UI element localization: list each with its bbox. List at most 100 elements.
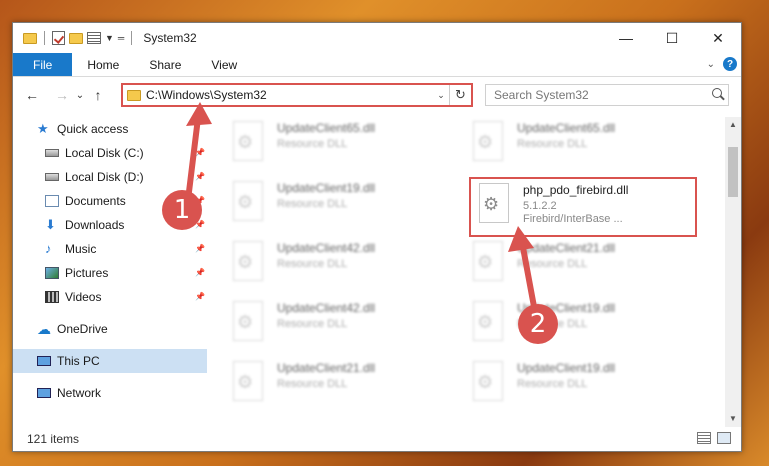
navigation-pane: ★ Quick access Local Disk (C:) 📌 Local D… xyxy=(13,117,207,427)
forward-icon[interactable]: → xyxy=(51,87,73,103)
cloud-icon: ☁ xyxy=(37,321,51,337)
computer-icon xyxy=(37,356,51,366)
maximize-button[interactable]: ☐ xyxy=(649,23,695,53)
film-strip-icon xyxy=(45,291,59,303)
list-item[interactable]: UpdateClient65.dll Resource DLL xyxy=(231,121,461,171)
dll-file-icon xyxy=(231,301,267,345)
dll-file-icon xyxy=(471,301,507,345)
list-item[interactable]: UpdateClient19.dllResource DLL xyxy=(471,361,701,411)
file-type: Resource DLL xyxy=(517,138,588,150)
customize-icon[interactable] xyxy=(87,32,101,44)
minimize-button[interactable]: — xyxy=(603,23,649,53)
sidebar-item-local-disk-c[interactable]: Local Disk (C:) 📌 xyxy=(13,141,207,165)
sidebar-item-label: Documents xyxy=(65,194,126,208)
sidebar-item-quick-access[interactable]: ★ Quick access xyxy=(13,117,207,141)
list-item[interactable]: UpdateClient65.dll Resource DLL xyxy=(471,121,701,171)
pin-icon[interactable]: 📌 xyxy=(195,148,205,157)
search-placeholder: Search System32 xyxy=(494,88,589,102)
list-item[interactable]: UpdateClient21.dll Resource DLL xyxy=(471,241,701,291)
address-dropdown-icon[interactable]: ⌄ xyxy=(433,90,449,101)
address-bar[interactable]: C:\Windows\System32 ⌄ ↻ xyxy=(121,83,473,107)
sidebar-item-onedrive[interactable]: ☁ OneDrive xyxy=(13,317,207,341)
qat-menu-icon[interactable]: ═ xyxy=(118,33,124,43)
pin-icon[interactable]: 📌 xyxy=(195,292,205,301)
tab-share[interactable]: Share xyxy=(134,53,196,76)
dll-file-icon xyxy=(231,121,267,165)
tab-view[interactable]: View xyxy=(196,53,252,76)
large-icons-view-icon[interactable] xyxy=(717,432,731,444)
file-type: Resource DLL xyxy=(277,378,348,390)
drive-icon xyxy=(45,173,59,181)
sidebar-item-local-disk-d[interactable]: Local Disk (D:) 📌 xyxy=(13,165,207,189)
list-item[interactable]: UpdateClient42.dll Resource DLL xyxy=(231,241,461,291)
step-1-badge: 1 xyxy=(162,190,202,230)
file-list: UpdateClient65.dll Resource DLL UpdateCli… xyxy=(221,117,721,427)
dll-file-icon xyxy=(231,241,267,285)
dll-file-icon xyxy=(471,241,507,285)
file-type: Resource DLL xyxy=(277,258,348,270)
sidebar-item-videos[interactable]: Videos 📌 xyxy=(13,285,207,309)
sidebar-item-label: Network xyxy=(57,386,102,400)
pin-icon[interactable]: 📌 xyxy=(195,172,205,181)
file-version: 5.1.2.2 xyxy=(523,200,557,212)
list-item[interactable]: UpdateClient19.dllResource DLL xyxy=(471,301,701,351)
window-title: System32 xyxy=(143,31,197,45)
sidebar-item-network[interactable]: Network xyxy=(13,381,207,405)
sidebar-item-music[interactable]: ♪ Music 📌 xyxy=(13,237,207,261)
file-name: php_pdo_firebird.dll xyxy=(523,183,629,197)
sidebar-item-label: Quick access xyxy=(57,122,129,136)
navigation-bar: ← → ⌄ ↑ C:\Windows\System32 ⌄ ↻ Search S… xyxy=(13,79,741,111)
star-icon: ★ xyxy=(37,121,49,136)
expand-ribbon-icon[interactable]: ⌄ xyxy=(707,59,715,70)
new-folder-icon[interactable] xyxy=(69,32,83,44)
scroll-thumb[interactable] xyxy=(728,147,738,197)
window-controls: — ☐ ✕ xyxy=(603,23,741,53)
pin-icon[interactable]: 📌 xyxy=(195,244,205,253)
divider xyxy=(44,31,45,45)
sidebar-item-pictures[interactable]: Pictures 📌 xyxy=(13,261,207,285)
list-item[interactable]: UpdateClient19.dllResource DLL xyxy=(231,181,461,231)
up-icon[interactable]: ↑ xyxy=(87,87,109,103)
search-icon[interactable] xyxy=(712,88,722,98)
sidebar-item-this-pc[interactable]: This PC xyxy=(13,349,207,373)
pin-icon[interactable]: 📌 xyxy=(195,268,205,277)
properties-check-icon[interactable] xyxy=(52,31,65,45)
explorer-window: ▼ ═ System32 — ☐ ✕ File Home Share View … xyxy=(12,22,742,452)
highlighted-file-php-pdo-firebird[interactable]: php_pdo_firebird.dll 5.1.2.2 Firebird/In… xyxy=(469,177,697,237)
ribbon-tabs: File Home Share View ⌄ ? xyxy=(13,53,741,77)
step-2-badge: 2 xyxy=(518,304,558,344)
title-bar: ▼ ═ System32 — ☐ ✕ xyxy=(13,23,741,53)
details-view-icon[interactable] xyxy=(697,432,711,444)
list-item[interactable]: UpdateClient42.dll Resource DLL xyxy=(231,301,461,351)
file-name: UpdateClient19.dll xyxy=(517,361,616,375)
file-type: Resource DLL xyxy=(277,318,348,330)
refresh-icon[interactable]: ↻ xyxy=(449,85,471,105)
address-path[interactable]: C:\Windows\System32 xyxy=(146,88,433,102)
scroll-down-icon[interactable]: ▼ xyxy=(725,411,741,427)
file-name: UpdateClient21.dll xyxy=(517,241,616,255)
sidebar-item-label: Downloads xyxy=(65,218,125,232)
tab-home[interactable]: Home xyxy=(72,53,134,76)
dll-file-icon xyxy=(231,181,267,225)
close-button[interactable]: ✕ xyxy=(695,23,741,53)
sidebar-item-label: OneDrive xyxy=(57,322,108,336)
sidebar-item-label: Music xyxy=(65,242,97,256)
recent-locations-icon[interactable]: ⌄ xyxy=(73,90,87,101)
file-name: UpdateClient21.dll xyxy=(277,361,376,375)
search-input[interactable]: Search System32 xyxy=(485,84,729,106)
back-icon[interactable]: ← xyxy=(21,87,43,103)
customize-dropdown-icon[interactable]: ▼ xyxy=(105,33,114,43)
dll-file-icon xyxy=(231,361,267,405)
list-item[interactable]: UpdateClient21.dll Resource DLL xyxy=(231,361,461,411)
file-type: Resource DLL xyxy=(277,138,348,150)
help-icon[interactable]: ? xyxy=(723,57,737,71)
tab-file[interactable]: File xyxy=(13,53,73,76)
folder-icon[interactable] xyxy=(23,32,37,44)
download-arrow-icon: ⬇ xyxy=(45,217,56,232)
file-name: UpdateClient19.dll xyxy=(277,181,376,195)
scroll-up-icon[interactable]: ▲ xyxy=(725,117,741,133)
dll-file-icon xyxy=(471,361,507,405)
vertical-scrollbar[interactable]: ▲ ▼ xyxy=(725,117,741,427)
dll-file-icon xyxy=(471,121,507,165)
dll-file-icon xyxy=(477,183,513,227)
